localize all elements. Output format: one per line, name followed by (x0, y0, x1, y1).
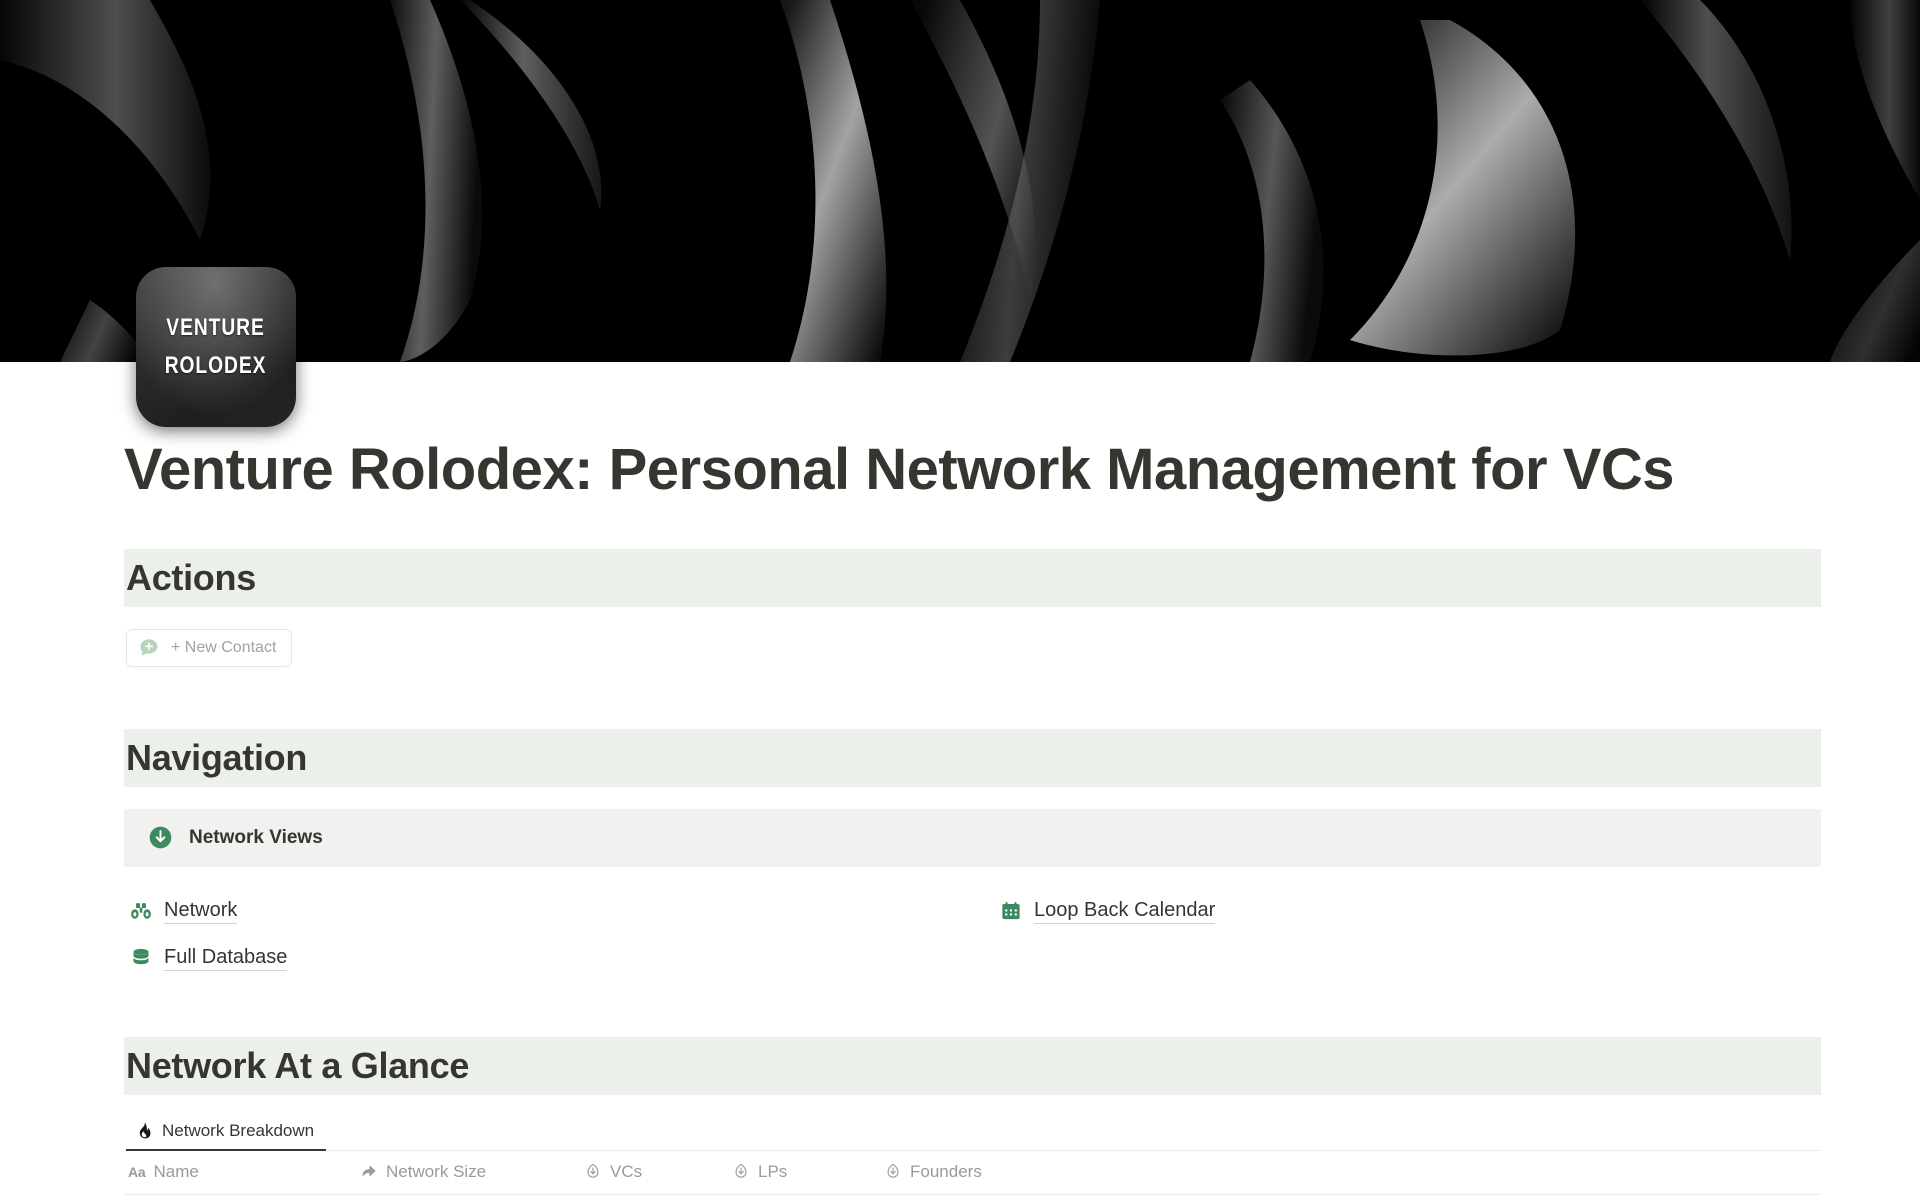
page-icon-wrapper[interactable]: VENTURE ROLODEX (136, 267, 296, 427)
rollup-icon (735, 1164, 747, 1179)
rollup-icon (887, 1164, 899, 1179)
flame-icon (139, 1122, 151, 1139)
glance-heading: Network At a Glance (126, 1044, 470, 1086)
page-icon-line-1: VENTURE (166, 314, 266, 341)
tab-network-breakdown[interactable]: Network Breakdown (126, 1117, 327, 1151)
table-header-row: Aa Name Network Size VCs LPs Founders (124, 1151, 1821, 1195)
tab-network-breakdown-label: Network Breakdown (162, 1120, 315, 1140)
section-network-at-a-glance: Network At a Glance Network Breakdown Aa… (124, 1036, 1821, 1195)
rollup-icon (587, 1164, 599, 1179)
column-header-network-size[interactable]: Network Size (360, 1162, 584, 1182)
page-title[interactable]: Venture Rolodex: Personal Network Manage… (124, 437, 1821, 503)
binoculars-icon (131, 903, 151, 920)
network-views-toggle[interactable]: Network Views (124, 808, 1821, 867)
nav-link-network[interactable]: Network (124, 899, 238, 924)
network-views-toggle-label: Network Views (189, 826, 323, 848)
calendar-icon (1002, 902, 1020, 920)
page-icon-line-2: ROLODEX (165, 352, 267, 379)
column-header-lps-label: LPs (758, 1162, 788, 1182)
column-header-vcs[interactable]: VCs (584, 1162, 732, 1182)
navigation-heading-banner: Navigation (124, 728, 1821, 787)
nav-link-full-database-label: Full Database (164, 946, 288, 971)
section-navigation: Navigation Network Views Network Loop Ba… (124, 728, 1821, 971)
new-contact-button-label: + New Contact (171, 638, 277, 656)
nav-link-full-database[interactable]: Full Database (124, 946, 288, 971)
section-actions: Actions + New Contact (124, 548, 1821, 667)
database-icon (133, 949, 149, 965)
nav-link-network-label: Network (164, 899, 238, 924)
navigation-links: Network Loop Back Calendar Full Database (124, 899, 1821, 971)
column-header-founders-label: Founders (910, 1162, 982, 1182)
column-header-name-label: Name (153, 1162, 199, 1182)
network-breakdown-table: Aa Name Network Size VCs LPs Founders (124, 1151, 1821, 1195)
nav-link-loop-back-calendar[interactable]: Loop Back Calendar (994, 899, 1216, 924)
new-contact-button[interactable]: + New Contact (126, 628, 293, 667)
page-icon[interactable]: VENTURE ROLODEX (136, 267, 296, 427)
column-header-founders[interactable]: Founders (884, 1162, 1084, 1182)
actions-row: + New Contact (124, 607, 1821, 667)
content-column: Venture Rolodex: Personal Network Manage… (124, 437, 1821, 1195)
nav-link-loop-back-calendar-label: Loop Back Calendar (1034, 899, 1216, 924)
glance-heading-banner: Network At a Glance (124, 1036, 1821, 1095)
navigation-heading: Navigation (126, 736, 308, 778)
relation-arrow-icon (362, 1166, 376, 1177)
database-tabs: Network Breakdown (124, 1117, 1821, 1151)
column-header-network-size-label: Network Size (386, 1162, 487, 1182)
speech-bubble-plus-icon (140, 639, 158, 656)
actions-heading: Actions (126, 556, 256, 598)
column-header-vcs-label: VCs (610, 1162, 643, 1182)
circle-down-arrow-icon (149, 827, 172, 849)
title-aa-icon: Aa (128, 1164, 146, 1181)
column-header-name[interactable]: Aa Name (128, 1162, 360, 1182)
actions-heading-banner: Actions (124, 548, 1821, 607)
column-header-lps[interactable]: LPs (732, 1162, 884, 1182)
page-body: Venture Rolodex: Personal Network Manage… (0, 362, 1920, 1195)
